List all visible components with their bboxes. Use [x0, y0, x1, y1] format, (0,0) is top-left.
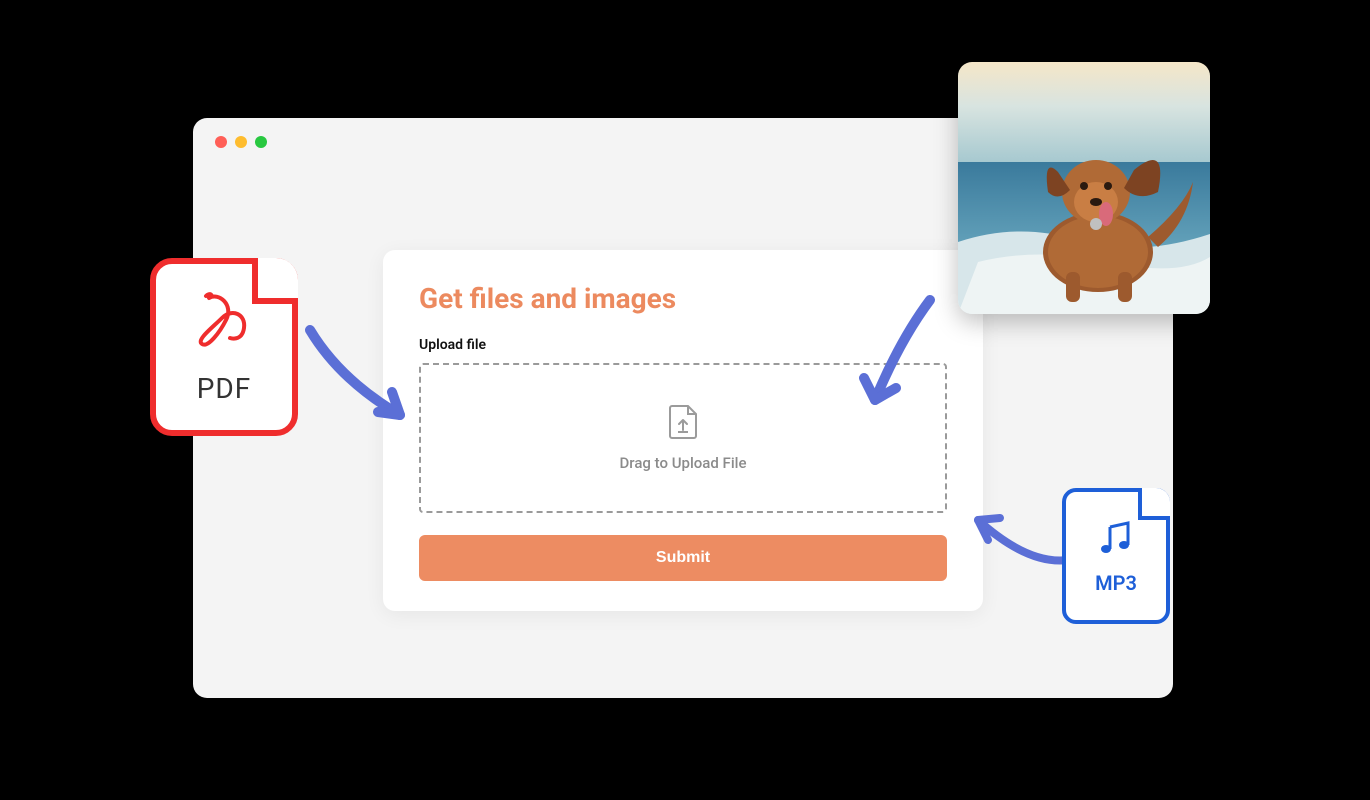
mp3-label: MP3 [1095, 571, 1137, 595]
dog-beach-photo [958, 62, 1210, 314]
submit-button[interactable]: Submit [419, 535, 947, 581]
arrow-from-image-icon [830, 290, 950, 430]
upload-file-icon [668, 404, 698, 444]
arrow-from-mp3-icon [958, 490, 1078, 580]
mp3-file-badge: MP3 [1062, 488, 1170, 624]
close-window-button[interactable] [215, 136, 227, 148]
sample-image-card [958, 62, 1210, 314]
dropzone-text: Drag to Upload File [620, 454, 747, 472]
minimize-window-button[interactable] [235, 136, 247, 148]
pdf-file-badge: PDF [150, 258, 298, 436]
pdf-label: PDF [197, 372, 252, 405]
music-note-icon [1094, 517, 1138, 565]
maximize-window-button[interactable] [255, 136, 267, 148]
arrow-from-pdf-icon [300, 320, 440, 440]
pdf-icon [194, 290, 254, 364]
